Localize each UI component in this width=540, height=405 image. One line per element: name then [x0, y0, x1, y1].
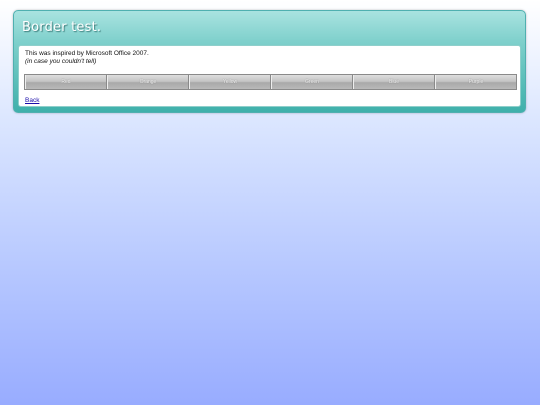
- yellow-button[interactable]: Yellow: [189, 75, 271, 89]
- back-link[interactable]: Back: [25, 97, 39, 104]
- color-button-row: Red Orange Yellow Green Blue Purple: [24, 74, 517, 90]
- blue-button[interactable]: Blue: [353, 75, 435, 89]
- page-title: Border test.: [22, 20, 102, 35]
- green-button[interactable]: Green: [271, 75, 353, 89]
- content-box: This was inspired by Microsoft Office 20…: [18, 45, 521, 107]
- intro-text: This was inspired by Microsoft Office 20…: [25, 50, 149, 66]
- intro-line-2: (in case you couldn't tell): [25, 58, 97, 65]
- main-panel: Border test. This was inspired by Micros…: [13, 10, 526, 113]
- intro-line-1: This was inspired by Microsoft Office 20…: [25, 50, 149, 57]
- orange-button[interactable]: Orange: [107, 75, 189, 89]
- red-button[interactable]: Red: [25, 75, 107, 89]
- purple-button[interactable]: Purple: [435, 75, 516, 89]
